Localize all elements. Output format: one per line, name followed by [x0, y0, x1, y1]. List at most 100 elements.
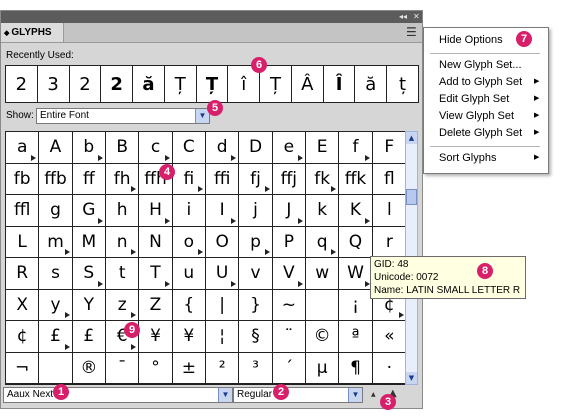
- glyph-cell[interactable]: ¥: [139, 321, 173, 353]
- glyph-cell[interactable]: T: [139, 258, 173, 290]
- glyph-cell[interactable]: fl: [372, 164, 406, 195]
- menu-item-delete-glyph-set[interactable]: Delete Glyph Set ▶: [439, 127, 539, 139]
- glyph-cell[interactable]: ¬: [6, 352, 40, 384]
- menu-item-new-glyph-set[interactable]: New Glyph Set...: [439, 59, 522, 71]
- glyph-cell[interactable]: u: [172, 258, 206, 290]
- recent-glyph[interactable]: ă: [133, 66, 165, 102]
- menu-item-view-glyph-set[interactable]: View Glyph Set ▶: [439, 110, 539, 122]
- show-dropdown[interactable]: Entire Font ▼: [36, 108, 210, 124]
- menu-item-edit-glyph-set[interactable]: Edit Glyph Set ▶: [439, 93, 539, 105]
- glyph-cell[interactable]: m: [39, 226, 73, 258]
- chevron-down-icon[interactable]: ▼: [348, 388, 362, 402]
- glyph-cell[interactable]: h: [105, 195, 140, 227]
- glyph-cell[interactable]: d: [205, 132, 240, 164]
- glyph-cell[interactable]: }: [239, 289, 273, 321]
- glyph-cell[interactable]: [39, 352, 73, 384]
- glyph-cell[interactable]: {: [172, 289, 206, 321]
- glyph-cell[interactable]: v: [239, 258, 273, 290]
- glyph-cell[interactable]: a: [6, 132, 40, 164]
- glyph-cell[interactable]: ¥: [172, 321, 206, 353]
- glyph-cell[interactable]: z: [105, 289, 140, 321]
- recent-glyph[interactable]: 3: [38, 66, 70, 102]
- glyph-cell[interactable]: Y: [72, 289, 106, 321]
- recent-glyph[interactable]: ț: [387, 66, 418, 102]
- glyph-cell[interactable]: i: [172, 195, 206, 227]
- scroll-thumb[interactable]: [406, 189, 417, 205]
- glyph-cell[interactable]: §: [239, 321, 273, 353]
- recent-glyph[interactable]: Î: [324, 66, 356, 102]
- glyph-cell[interactable]: E: [305, 132, 340, 164]
- glyph-cell[interactable]: n: [105, 226, 140, 258]
- glyph-cell[interactable]: Z: [139, 289, 173, 321]
- glyph-cell[interactable]: [305, 289, 340, 321]
- glyph-cell[interactable]: ffk: [339, 163, 373, 195]
- glyph-cell[interactable]: g: [39, 195, 73, 227]
- tab-expand-icon[interactable]: ◆: [4, 30, 9, 37]
- tab-glyphs[interactable]: ◆ GLYPHS: [1, 23, 64, 42]
- menu-item-add-to-glyph-set[interactable]: Add to Glyph Set ▶: [439, 76, 539, 88]
- glyph-cell[interactable]: N: [139, 226, 173, 258]
- glyph-cell[interactable]: ±: [172, 352, 206, 384]
- glyph-cell[interactable]: O: [205, 226, 240, 258]
- glyph-cell[interactable]: ²: [205, 352, 240, 384]
- glyph-cell[interactable]: fh: [105, 163, 140, 195]
- glyph-cell[interactable]: |: [205, 289, 240, 321]
- glyph-cell[interactable]: ´: [272, 352, 306, 384]
- menu-item-hide-options[interactable]: Hide Options: [439, 34, 503, 46]
- glyph-cell[interactable]: k: [305, 195, 340, 227]
- glyph-cell[interactable]: K: [339, 195, 373, 227]
- glyph-cell[interactable]: ffj: [272, 163, 306, 195]
- glyph-cell[interactable]: ·: [372, 353, 406, 384]
- glyph-cell[interactable]: ffi: [205, 163, 240, 195]
- glyph-cell[interactable]: r: [372, 227, 406, 258]
- glyph-cell[interactable]: ³: [239, 352, 273, 384]
- glyph-cell[interactable]: fj: [239, 163, 273, 195]
- glyph-cell[interactable]: l: [372, 195, 406, 227]
- glyph-cell[interactable]: ¨: [272, 321, 306, 353]
- glyph-cell[interactable]: ffl: [6, 195, 40, 227]
- zoom-out-icon[interactable]: ▲: [371, 391, 376, 398]
- glyph-cell[interactable]: P: [272, 226, 306, 258]
- glyph-cell[interactable]: µ: [305, 352, 340, 384]
- glyph-cell[interactable]: ~: [272, 289, 306, 321]
- glyph-cell[interactable]: R: [6, 258, 40, 290]
- glyph-cell[interactable]: G: [72, 195, 106, 227]
- chevron-down-icon[interactable]: ▼: [218, 388, 232, 402]
- recent-glyph[interactable]: ă: [355, 66, 388, 102]
- glyph-cell[interactable]: j: [239, 195, 273, 227]
- recent-glyph[interactable]: Ț: [165, 66, 197, 102]
- glyph-cell[interactable]: Q: [339, 226, 373, 258]
- glyph-cell[interactable]: w: [305, 258, 340, 290]
- recent-glyph[interactable]: Â: [292, 66, 324, 102]
- glyph-cell[interactable]: fi: [172, 163, 206, 195]
- glyph-cell[interactable]: D: [239, 132, 273, 164]
- glyph-cell[interactable]: M: [72, 226, 106, 258]
- close-icon[interactable]: ✕: [413, 11, 420, 23]
- scroll-up-icon[interactable]: ▲: [406, 132, 417, 144]
- recent-glyph[interactable]: 2: [101, 66, 134, 102]
- font-style-dropdown[interactable]: Regular ▼: [233, 387, 363, 403]
- glyph-cell[interactable]: ¡: [339, 289, 373, 321]
- recent-glyph[interactable]: Ț: [260, 66, 292, 102]
- glyph-cell[interactable]: b: [72, 132, 106, 164]
- panel-menu-button[interactable]: ☰: [406, 26, 420, 38]
- glyph-cell[interactable]: o: [172, 226, 206, 258]
- glyph-cell[interactable]: c: [139, 132, 173, 164]
- glyph-cell[interactable]: W: [339, 258, 373, 290]
- glyph-cell[interactable]: X: [6, 289, 40, 321]
- glyph-cell[interactable]: e: [272, 132, 306, 164]
- glyph-cell[interactable]: U: [205, 258, 240, 290]
- glyph-cell[interactable]: ¶: [339, 352, 373, 384]
- menu-item-sort-glyphs[interactable]: Sort Glyphs ▶: [439, 152, 539, 164]
- glyph-cell[interactable]: I: [205, 195, 240, 227]
- glyph-cell[interactable]: S: [72, 258, 106, 290]
- glyph-cell[interactable]: ff: [72, 163, 106, 195]
- glyph-cell[interactable]: ¯: [105, 352, 140, 384]
- recent-glyph[interactable]: 2: [70, 66, 102, 102]
- glyph-cell[interactable]: fb: [6, 163, 40, 195]
- glyph-cell[interactable]: t: [105, 258, 140, 290]
- glyph-cell[interactable]: L: [6, 226, 40, 258]
- glyph-cell[interactable]: £: [72, 321, 106, 353]
- glyph-cell[interactable]: £: [39, 321, 73, 353]
- glyph-cell[interactable]: f: [339, 132, 373, 164]
